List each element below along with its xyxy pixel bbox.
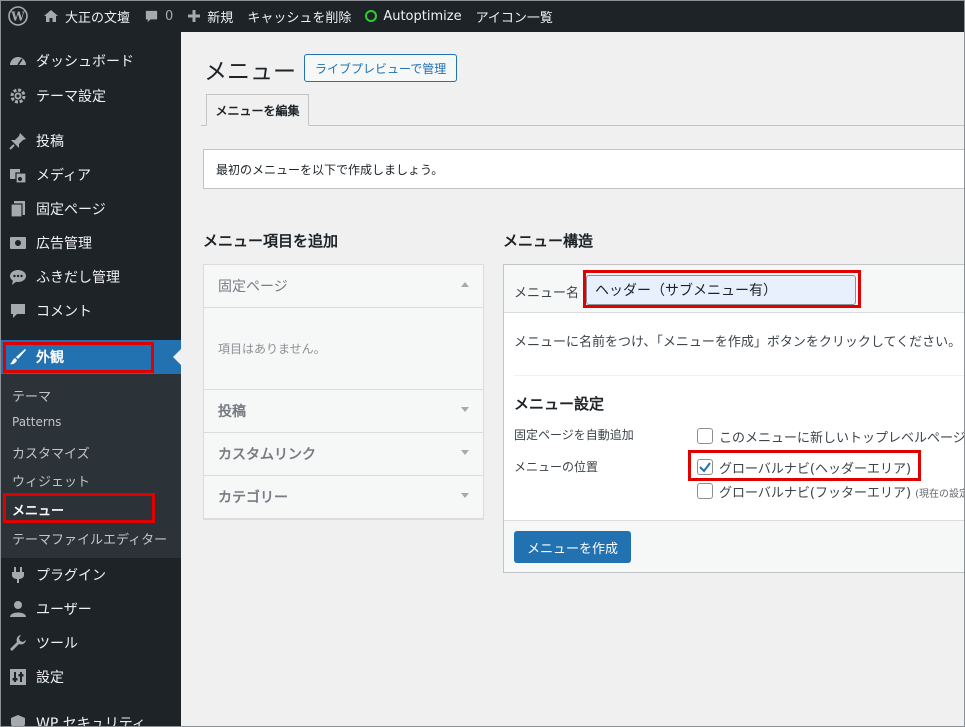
wrench-icon [0,634,36,652]
wordpress-logo-icon[interactable]: W [0,0,36,32]
menu-settings-heading: メニュー設定 [514,395,605,413]
autoptimize-link[interactable]: Autoptimize [358,0,468,32]
comments-count: 0 [165,8,174,24]
sidebar-item-plugins[interactable]: プラグイン [0,558,181,592]
sidebar-item-speech-bubbles[interactable]: ふきだし管理 [0,260,181,294]
brush-icon [0,348,36,366]
sidebar-item-tools[interactable]: ツール [0,626,181,660]
user-icon [0,600,36,618]
location-footer-checkbox[interactable] [697,483,713,499]
create-menu-button[interactable]: メニューを作成 [514,531,632,563]
site-name: 大正の文壇 [65,10,131,26]
ad-icon [0,234,36,252]
menu-structure-panel: メニュー名 ヘッダー（サブメニュー有） メニューに名前をつけ、「メニューを作成」… [503,264,965,573]
sidebar-item-media[interactable]: メディア [0,158,181,192]
submenu-item-themes[interactable]: テーマ [12,386,51,405]
accordion-posts[interactable]: 投稿 [204,390,483,433]
plus-icon [187,9,201,23]
caret-down-icon [461,407,469,412]
accordion-custom-links[interactable]: カスタムリンク [204,433,483,476]
sidebar-item-dashboard[interactable]: ダッシュボード [0,44,181,78]
speech-bubble-icon [0,268,36,286]
appearance-submenu: テーマ Patterns カスタマイズ ウィジェット メニュー テーマファイルエ… [0,374,181,558]
accordion-pages[interactable]: 固定ページ [204,265,483,308]
icon-list-link[interactable]: アイコン一覧 [469,0,560,32]
icon-list-label: アイコン一覧 [475,10,553,26]
settings-icon [0,668,36,686]
tab-bar-border [201,125,965,126]
menu-name-row: メニュー名 ヘッダー（サブメニュー有） [504,265,965,313]
sidebar-item-theme-settings[interactable]: テーマ設定 [0,79,181,113]
admin-sidebar: ダッシュボード テーマ設定 投稿 メディア 固定ページ 広告管理 ふきだし管理 … [0,32,181,727]
submenu-item-customize[interactable]: カスタマイズ [12,443,90,462]
clear-cache-label: キャッシュを削除 [247,10,352,26]
page-title: メニュー [204,59,296,85]
submenu-item-menus[interactable]: メニュー [12,500,64,519]
comment-icon [144,9,159,24]
comments-link[interactable]: 0 [137,0,180,32]
accordion-pages-body: 項目はありません。 [204,308,483,390]
current-menu-arrow [173,349,181,365]
location-header-checkbox[interactable] [697,459,713,475]
submenu-item-widgets[interactable]: ウィジェット [12,471,90,490]
submenu-item-patterns[interactable]: Patterns [12,415,61,429]
auto-add-pages-option: このメニューに新しいトップレベルページ [719,431,965,446]
notice-text: 最初のメニューを以下で作成しましょう。 [216,162,444,177]
caret-down-icon [461,493,469,498]
auto-add-pages-checkbox[interactable] [697,428,713,444]
menu-name-input[interactable]: ヘッダー（サブメニュー有） [586,275,856,305]
gear-icon [0,87,36,105]
plugin-icon [0,566,36,584]
menu-structure-heading: メニュー構造 [503,232,594,250]
sidebar-item-wp-security[interactable]: WP セキュリティ [0,706,181,727]
sidebar-item-settings[interactable]: 設定 [0,660,181,694]
new-content-link[interactable]: 新規 [180,0,240,32]
page-icon [0,200,36,218]
menu-name-label: メニュー名 [514,286,580,301]
pin-icon [0,132,36,150]
main-content: メニュー ライブプレビューで管理 メニューを編集 最初のメニューを以下で作成しま… [181,32,965,727]
live-preview-button[interactable]: ライブプレビューで管理 [304,54,458,82]
sidebar-item-pages[interactable]: 固定ページ [0,192,181,226]
shield-icon [0,714,36,727]
comment-icon [0,302,36,320]
caret-down-icon [461,450,469,455]
tab-edit-menus[interactable]: メニューを編集 [206,94,309,126]
info-notice: 最初のメニューを以下で作成しましょう。 [203,149,965,189]
menu-location-label: メニューの位置 [514,460,599,474]
divider [514,375,965,376]
accordion-categories[interactable]: カテゴリー [204,476,483,519]
media-icon [0,166,36,184]
add-menu-items-heading: メニュー項目を追加 [203,232,339,250]
sidebar-item-ad-management[interactable]: 広告管理 [0,226,181,260]
autoptimize-label: Autoptimize [383,8,462,24]
admin-bar: W 大正の文壇 0 新規 キャッシュを削除 Autoptimize アイコン一覧 [0,0,965,32]
svg-text:W: W [10,10,25,24]
sidebar-item-comments[interactable]: コメント [0,294,181,328]
add-items-accordion: 固定ページ 項目はありません。 投稿 カスタムリンク カテゴリー [203,264,484,520]
sidebar-item-posts[interactable]: 投稿 [0,124,181,158]
submenu-item-theme-file-editor[interactable]: テーマファイルエディター [12,529,167,548]
caret-up-icon [461,282,469,287]
sidebar-item-appearance[interactable]: 外観 [0,340,181,374]
auto-add-pages-label: 固定ページを自動追加 [514,428,634,442]
location-header-option: グローバルナビ(ヘッダーエリア) [719,462,912,477]
site-name-link[interactable]: 大正の文壇 [36,0,137,32]
location-footer-option: グローバルナビ(フッターエリア) (現在の設定 [719,482,965,501]
location-footer-note: (現在の設定 [915,489,965,500]
sidebar-item-users[interactable]: ユーザー [0,592,181,626]
empty-items-text: 項目はありません。 [218,342,326,356]
menu-hint-text: メニューに名前をつけ、「メニューを作成」ボタンをクリックしてください。 [514,335,962,350]
menu-structure-footer: メニューを作成 [504,520,965,572]
home-icon [43,8,59,24]
autoptimize-status-icon [365,10,378,22]
clear-cache-link[interactable]: キャッシュを削除 [240,0,358,32]
dashboard-icon [0,52,36,70]
new-label: 新規 [207,10,234,26]
